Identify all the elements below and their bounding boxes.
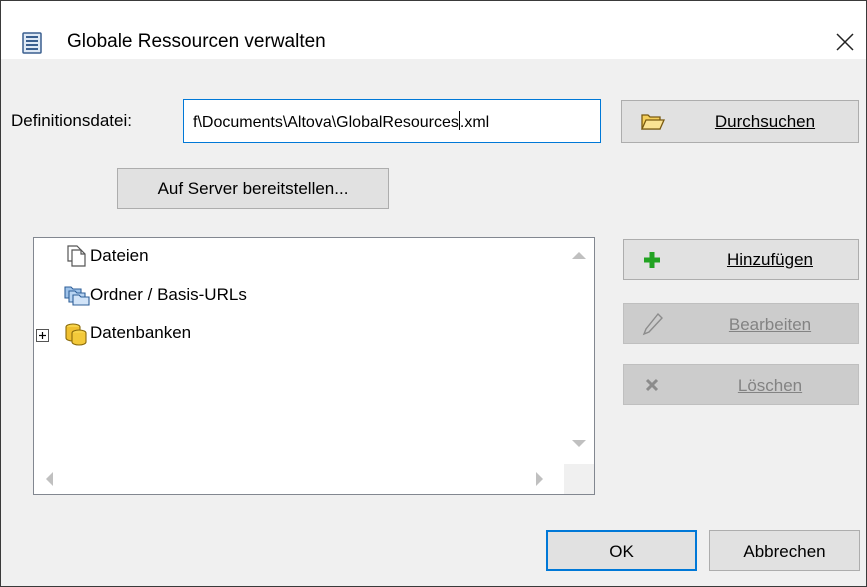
scroll-left-icon[interactable] <box>46 472 53 486</box>
resource-tree[interactable]: Dateien Ordner / Basis-URLs Datenbanken <box>33 237 595 495</box>
tree-item-label: Dateien <box>90 246 149 265</box>
title-bar: Globale Ressourcen verwalten <box>1 1 866 59</box>
horizontal-scrollbar[interactable] <box>34 464 564 494</box>
plus-icon <box>642 250 662 275</box>
deploy-to-server-button[interactable]: Auf Server bereitstellen... <box>117 168 389 209</box>
cancel-button[interactable]: Abbrechen <box>709 530 860 571</box>
definition-file-value: f\Documents\Altova\GlobalResources <box>193 114 459 131</box>
files-icon <box>64 245 88 272</box>
document-list-icon <box>22 32 42 59</box>
ok-button[interactable]: OK <box>546 530 697 571</box>
definition-file-input[interactable]: f\Documents\Altova\GlobalResources.xml <box>183 99 601 143</box>
delete-button[interactable]: Löschen <box>623 364 859 405</box>
ok-button-label: OK <box>609 542 634 561</box>
tree-item-label: Ordner / Basis-URLs <box>90 285 247 304</box>
scrollbar-corner <box>564 464 594 494</box>
pencil-icon <box>642 312 664 341</box>
cancel-button-label: Abbrechen <box>743 542 826 561</box>
delete-x-icon <box>644 377 660 398</box>
vertical-scrollbar[interactable] <box>564 238 594 464</box>
database-icon <box>64 322 88 351</box>
edit-button[interactable]: Bearbeiten <box>623 303 859 344</box>
open-folder-icon <box>640 110 666 137</box>
tree-item-files[interactable]: Dateien <box>42 245 442 269</box>
scroll-up-icon[interactable] <box>572 252 586 259</box>
edit-button-label: Bearbeiten <box>728 315 812 334</box>
tree-item-label: Datenbanken <box>90 323 192 342</box>
definition-file-extension: .xml <box>459 114 490 131</box>
tree-item-databases[interactable]: Datenbanken <box>36 322 436 346</box>
add-button-label: Hinzufügen <box>726 250 813 269</box>
definition-file-label: Definitionsdatei: <box>11 111 132 130</box>
delete-button-label: Löschen <box>737 376 803 395</box>
deploy-button-label: Auf Server bereitstellen... <box>157 179 349 198</box>
scroll-down-icon[interactable] <box>572 440 586 447</box>
browse-button-label: Durchsuchen <box>714 112 816 131</box>
browse-button[interactable]: Durchsuchen <box>621 100 859 143</box>
expand-plus-icon[interactable] <box>36 327 49 342</box>
dialog-title: Globale Ressourcen verwalten <box>67 31 326 52</box>
add-button[interactable]: Hinzufügen <box>623 239 859 280</box>
folders-icon <box>64 284 90 311</box>
manage-global-resources-dialog: Globale Ressourcen verwalten Definitions… <box>0 0 867 587</box>
tree-item-folders[interactable]: Ordner / Basis-URLs <box>42 284 442 308</box>
scroll-right-icon[interactable] <box>536 472 543 486</box>
close-icon[interactable] <box>831 28 859 56</box>
